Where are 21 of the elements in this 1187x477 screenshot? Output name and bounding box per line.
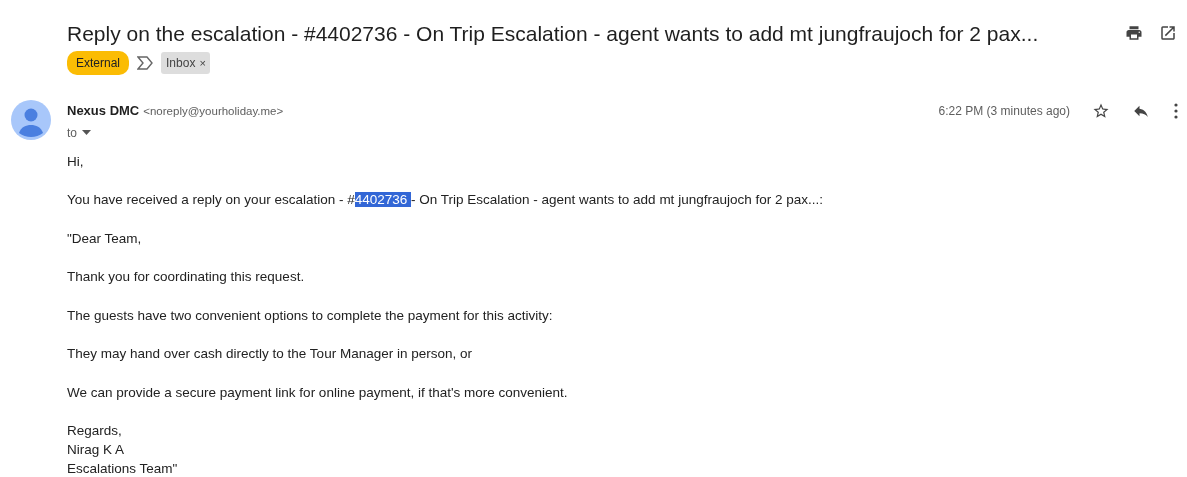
- caret-icon: [82, 130, 91, 135]
- email-subject: Reply on the escalation - #4402736 - On Trip Escalation - agent wants to add mt jungfraujoch for 2 pax...: [67, 21, 1040, 47]
- body-paragraph: Thank you for coordinating this request.: [67, 268, 306, 286]
- external-label: External: [67, 51, 130, 75]
- body-paragraph: "Dear Team,: [67, 229, 143, 248]
- body-paragraph: The guests have two convenient options to complete the payment for this activity:: [67, 306, 554, 325]
- sender-email: <noreply@yourholiday.me>: [143, 104, 284, 119]
- body-paragraph: We can provide a secure payment link for online payment, if that's more convenient.: [67, 383, 569, 402]
- importance-marker-icon[interactable]: [137, 56, 154, 70]
- body-paragraph: They may hand over cash directly to the Tour Manager in person, or: [67, 345, 473, 363]
- sender-name: Nexus DMC: [67, 102, 140, 120]
- open-in-new-window-icon[interactable]: [1159, 24, 1177, 42]
- label-text: Inbox: [166, 55, 196, 72]
- timestamp: 6:22 PM (3 minutes ago): [938, 102, 1070, 120]
- print-icon[interactable]: [1125, 24, 1143, 42]
- signature: Regards, Nirag K A Escalations Team": [67, 422, 179, 477]
- avatar-icon: [11, 100, 51, 140]
- recipients-dropdown[interactable]: to: [67, 123, 91, 142]
- body-paragraph: Hi,: [67, 152, 85, 171]
- remove-label-button[interactable]: ×: [199, 54, 206, 72]
- more-options-icon[interactable]: [1174, 102, 1178, 119]
